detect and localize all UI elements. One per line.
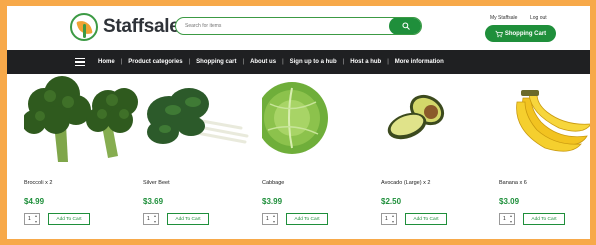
cabbage-image[interactable] <box>262 74 380 164</box>
product-name[interactable]: Cabbage <box>262 180 284 186</box>
product-price: $3.99 <box>262 197 283 206</box>
broccoli-image[interactable] <box>24 74 142 164</box>
product-grid: Broccoli x 2 $4.99 1 Add To Cart Silver … <box>7 74 590 239</box>
product-price: $3.09 <box>499 197 520 206</box>
nav-host-hub[interactable]: Host a hub <box>350 59 381 65</box>
banana-image[interactable] <box>499 74 590 164</box>
search-icon <box>401 22 410 30</box>
quantity-stepper[interactable]: 1 <box>262 213 278 225</box>
cart-icon <box>495 30 503 37</box>
site-header: Staffsale My Staffsale Log out Shopping … <box>7 6 590 50</box>
quantity-stepper[interactable]: 1 <box>143 213 159 225</box>
shopping-cart-button[interactable]: Shopping Cart <box>485 25 556 42</box>
nav-about-us[interactable]: About us <box>250 59 276 65</box>
product-name[interactable]: Silver Beet <box>143 180 170 186</box>
add-to-cart-button[interactable]: Add To Cart <box>48 213 90 225</box>
silver-beet-image[interactable] <box>143 74 261 164</box>
quantity-value: 1 <box>28 216 31 222</box>
product-card-banana: Banana x 6 $3.09 1 Add To Cart <box>499 74 590 239</box>
product-card-broccoli: Broccoli x 2 $4.99 1 Add To Cart <box>24 74 142 239</box>
nav-separator: | <box>282 59 284 65</box>
quantity-stepper[interactable]: 1 <box>24 213 40 225</box>
main-nav: Home | Product categories | Shopping car… <box>7 50 590 74</box>
product-price: $4.99 <box>24 197 45 206</box>
page-frame: Staffsale My Staffsale Log out Shopping … <box>7 6 590 239</box>
logout-link[interactable]: Log out <box>530 15 547 21</box>
add-to-cart-button[interactable]: Add To Cart <box>167 213 209 225</box>
nav-shopping-cart[interactable]: Shopping cart <box>196 59 236 65</box>
product-name[interactable]: Avocado (Large) x 2 <box>381 180 430 186</box>
quantity-value: 1 <box>503 216 506 222</box>
search-bar <box>175 17 422 35</box>
add-to-cart-button[interactable]: Add To Cart <box>286 213 328 225</box>
quantity-value: 1 <box>385 216 388 222</box>
logo[interactable]: Staffsale <box>70 13 180 41</box>
nav-separator: | <box>342 59 345 65</box>
product-price: $2.50 <box>381 197 402 206</box>
search-button[interactable] <box>389 18 421 34</box>
product-name[interactable]: Broccoli x 2 <box>24 180 52 186</box>
nav-separator: | <box>242 59 245 65</box>
quantity-value: 1 <box>147 216 150 222</box>
quantity-stepper[interactable]: 1 <box>381 213 397 225</box>
add-to-cart-button[interactable]: Add To Cart <box>405 213 447 225</box>
product-name[interactable]: Banana x 6 <box>499 180 527 186</box>
add-to-cart-button[interactable]: Add To Cart <box>523 213 565 225</box>
nav-product-categories[interactable]: Product categories <box>128 59 182 65</box>
nav-separator: | <box>120 59 123 65</box>
nav-separator: | <box>188 59 191 65</box>
menu-icon[interactable] <box>75 58 85 66</box>
shopping-cart-label: Shopping Cart <box>504 30 547 37</box>
logo-text: Staffsale <box>103 16 180 37</box>
logo-leaf-icon <box>70 13 98 41</box>
nav-sign-up-hub[interactable]: Sign up to a hub <box>290 59 337 65</box>
nav-separator: | <box>387 59 389 65</box>
product-price: $3.69 <box>143 197 164 206</box>
nav-more-information[interactable]: More information <box>395 59 444 65</box>
product-card-avocado: Avocado (Large) x 2 $2.50 1 Add To Cart <box>381 74 499 239</box>
product-card-cabbage: Cabbage $3.99 1 Add To Cart <box>262 74 380 239</box>
avocado-image[interactable] <box>381 74 499 164</box>
quantity-stepper[interactable]: 1 <box>499 213 515 225</box>
search-input[interactable] <box>176 18 376 34</box>
quantity-value: 1 <box>266 216 269 222</box>
product-card-silver-beet: Silver Beet $3.69 1 Add To Cart <box>143 74 261 239</box>
my-staffsale-link[interactable]: My Staffsale <box>490 15 517 21</box>
nav-home[interactable]: Home <box>98 59 115 65</box>
